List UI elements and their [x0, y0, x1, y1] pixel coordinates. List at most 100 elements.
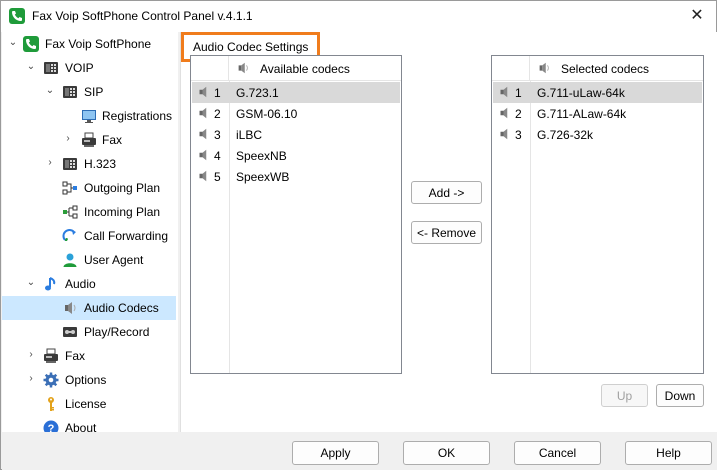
codec-number: 5 — [214, 170, 221, 184]
user-icon — [62, 252, 78, 268]
voip-phone-icon — [43, 60, 59, 76]
speaker-icon — [537, 61, 551, 78]
fax-machine-icon — [81, 132, 97, 148]
remove-codec-button[interactable]: <- Remove — [411, 221, 482, 244]
codec-name: SpeexWB — [236, 170, 290, 184]
speaker-icon — [62, 300, 78, 316]
tree-item-license[interactable]: License — [2, 392, 176, 416]
tree-item-label: Incoming Plan — [84, 205, 161, 219]
list-item[interactable]: 5 SpeexWB — [192, 166, 400, 187]
codec-number: 3 — [515, 128, 522, 142]
tree-item-label: H.323 — [84, 157, 117, 171]
available-codecs-header[interactable]: Available codecs — [191, 56, 401, 81]
h323-phone-icon — [62, 156, 78, 172]
codec-name: iLBC — [236, 128, 263, 142]
tape-recorder-icon — [62, 324, 78, 340]
speaker-icon — [198, 148, 210, 165]
codec-name: GSM-06.10 — [236, 107, 298, 121]
outgoing-plan-icon — [62, 180, 78, 196]
control-panel-window: Fax Voip SoftPhone Control Panel v.4.1.1… — [0, 0, 717, 470]
speaker-icon — [198, 85, 210, 102]
speaker-icon — [198, 106, 210, 123]
codec-number: 1 — [214, 86, 221, 100]
selected-codecs-list[interactable]: Selected codecs 1 G.711-uLaw-64k 2 G.711… — [491, 55, 704, 374]
header-label: Selected codecs — [561, 62, 650, 76]
window-title: Fax Voip SoftPhone Control Panel v.4.1.1 — [32, 9, 253, 23]
codec-name: G.711-ALaw-64k — [537, 107, 627, 121]
sip-phone-icon — [62, 84, 78, 100]
chevron-down-icon[interactable]: ⌄ — [26, 278, 36, 288]
help-button[interactable]: Help — [625, 441, 712, 465]
tree-item-label: Audio Codecs — [84, 301, 159, 315]
tree-item-label: Call Forwarding — [84, 229, 169, 243]
close-button[interactable]: ✕ — [684, 4, 710, 28]
tree-item-voip[interactable]: ⌄ VOIP — [2, 56, 176, 80]
app-phone-icon — [9, 8, 25, 24]
chevron-down-icon[interactable]: ⌄ — [8, 38, 18, 48]
music-note-icon — [43, 276, 59, 292]
chevron-down-icon[interactable]: ⌄ — [45, 86, 55, 96]
speaker-icon — [499, 106, 511, 123]
list-item[interactable]: 4 SpeexNB — [192, 145, 400, 166]
list-item[interactable]: 1 G.711-uLaw-64k — [493, 82, 702, 103]
list-item[interactable]: 2 G.711-ALaw-64k — [493, 103, 702, 124]
codec-number: 2 — [515, 107, 522, 121]
tree-item-fax-voip-softphone[interactable]: ⌄ Fax Voip SoftPhone — [2, 32, 176, 56]
tree-item-label: Audio — [65, 277, 96, 291]
chevron-right-icon[interactable]: › — [26, 350, 36, 360]
apply-button[interactable]: Apply — [292, 441, 379, 465]
ok-button[interactable]: OK — [403, 441, 490, 465]
list-item[interactable]: 1 G.723.1 — [192, 82, 400, 103]
header-number-column — [492, 56, 530, 81]
tree-item-user-agent[interactable]: User Agent — [2, 248, 176, 272]
tree-item-call-forwarding[interactable]: Call Forwarding — [2, 224, 176, 248]
call-forwarding-icon — [62, 228, 78, 244]
codec-name: G.723.1 — [236, 86, 279, 100]
available-codecs-list[interactable]: Available codecs 1 G.723.1 2 GSM-06.10 3… — [190, 55, 402, 374]
speaker-icon — [236, 61, 250, 78]
tree-item-sip-fax[interactable]: › Fax — [2, 128, 176, 152]
chevron-down-icon[interactable]: ⌄ — [26, 62, 36, 72]
audio-codec-settings-panel: Audio Codec Settings Available codecs 1 … — [180, 32, 717, 432]
tree-item-registrations[interactable]: Registrations — [2, 104, 176, 128]
codec-number: 1 — [515, 86, 522, 100]
header-label: Available codecs — [260, 62, 350, 76]
list-item[interactable]: 3 G.726-32k — [493, 124, 702, 145]
codec-name: SpeexNB — [236, 149, 287, 163]
speaker-icon — [198, 169, 210, 186]
add-codec-button[interactable]: Add -> — [411, 181, 482, 204]
selected-codecs-header[interactable]: Selected codecs — [492, 56, 703, 81]
tree-item-options[interactable]: › Options — [2, 368, 176, 392]
close-icon[interactable]: ✕ — [690, 7, 703, 24]
move-up-button[interactable]: Up — [601, 384, 648, 407]
dialog-footer: Apply OK Cancel Help — [2, 432, 717, 470]
tree-item-h323[interactable]: › H.323 — [2, 152, 176, 176]
move-down-button[interactable]: Down — [656, 384, 704, 407]
tree-item-outgoing-plan[interactable]: Outgoing Plan — [2, 176, 176, 200]
fax-machine-icon — [43, 348, 59, 364]
tree-item-label: Outgoing Plan — [84, 181, 161, 195]
speaker-icon — [198, 127, 210, 144]
incoming-plan-icon — [62, 204, 78, 220]
codec-number: 2 — [214, 107, 221, 121]
chevron-right-icon[interactable]: › — [63, 134, 73, 144]
tree-item-play-record[interactable]: Play/Record — [2, 320, 176, 344]
tree-item-label: Options — [65, 373, 107, 387]
tree-item-incoming-plan[interactable]: Incoming Plan — [2, 200, 176, 224]
tree-item-fax[interactable]: › Fax — [2, 344, 176, 368]
tree-item-audio[interactable]: ⌄ Audio — [2, 272, 176, 296]
header-number-column — [191, 56, 229, 81]
tree-item-audio-codecs[interactable]: Audio Codecs — [2, 296, 176, 320]
tree-item-label: License — [65, 397, 107, 411]
chevron-right-icon[interactable]: › — [26, 374, 36, 384]
speaker-icon — [499, 85, 511, 102]
list-item[interactable]: 3 iLBC — [192, 124, 400, 145]
chevron-right-icon[interactable]: › — [45, 158, 55, 168]
tree-item-label: Play/Record — [84, 325, 150, 339]
gear-icon — [43, 372, 59, 388]
tree-item-sip[interactable]: ⌄ SIP — [2, 80, 176, 104]
codec-number: 4 — [214, 149, 221, 163]
cancel-button[interactable]: Cancel — [514, 441, 601, 465]
list-item[interactable]: 2 GSM-06.10 — [192, 103, 400, 124]
speaker-icon — [499, 127, 511, 144]
